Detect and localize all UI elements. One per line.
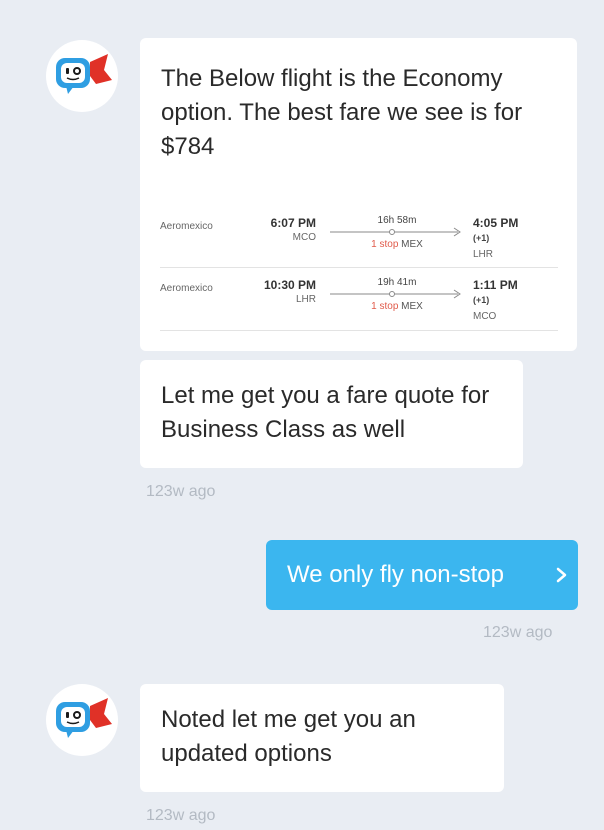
departure-time: 6:07 PM	[270, 216, 316, 230]
message-timestamp: 123w ago	[483, 624, 553, 641]
arrival-airport: LHR	[473, 249, 494, 260]
airline-name: Aeromexico	[160, 221, 213, 232]
arrival-day-offset: (+1)	[473, 295, 490, 305]
bot-message-bubble: Noted let me get you an updated options	[140, 684, 504, 792]
arrival-day-offset: (+1)	[473, 233, 490, 243]
chevron-right-icon	[556, 567, 567, 583]
stop-airport: MEX	[401, 239, 423, 250]
bot-mascot-icon	[46, 684, 118, 756]
stop-info: 1 stop MEX	[352, 301, 442, 312]
message-text: Let me get you a fare quote for Business…	[161, 382, 490, 443]
bot-message-bubble: The Below flight is the Economy option. …	[140, 38, 577, 351]
message-text: The Below flight is the Economy option. …	[161, 65, 523, 160]
bot-avatar[interactable]	[46, 40, 118, 112]
flight-row[interactable]: Aeromexico 6:07 PM MCO 16h 58m 1 stop ME…	[160, 206, 558, 268]
arrival-time: 4:05 PM	[473, 216, 519, 230]
bot-mascot-icon	[46, 40, 118, 112]
message-timestamp: 123w ago	[146, 483, 216, 500]
stop-count: 1 stop	[371, 301, 399, 312]
arrival-airport: MCO	[473, 311, 497, 322]
stop-count: 1 stop	[371, 239, 399, 250]
bot-avatar[interactable]	[46, 684, 118, 756]
message-timestamp: 123w ago	[146, 807, 216, 824]
bot-message-bubble: Let me get you a fare quote for Business…	[140, 360, 523, 468]
arrival-time: 1:11 PM	[473, 278, 518, 292]
stop-info: 1 stop MEX	[352, 239, 442, 250]
flight-results-table[interactable]: Aeromexico 6:07 PM MCO 16h 58m 1 stop ME…	[160, 206, 558, 331]
user-message-bubble: We only fly non-stop	[266, 540, 578, 610]
flight-route-arrow-icon	[330, 289, 461, 299]
departure-airport: LHR	[295, 294, 316, 305]
message-text: Noted let me get you an updated options	[161, 706, 416, 767]
flight-row[interactable]: Aeromexico 10:30 PM LHR 19h 41m 1 stop M…	[160, 268, 558, 331]
message-text: We only fly non-stop	[287, 561, 504, 588]
flight-route-arrow-icon	[330, 227, 461, 237]
chat-thread: The Below flight is the Economy option. …	[0, 0, 604, 830]
departure-airport: MCO	[292, 232, 316, 243]
stop-airport: MEX	[401, 301, 423, 312]
departure-time: 10:30 PM	[263, 278, 316, 292]
airline-name: Aeromexico	[160, 283, 213, 294]
